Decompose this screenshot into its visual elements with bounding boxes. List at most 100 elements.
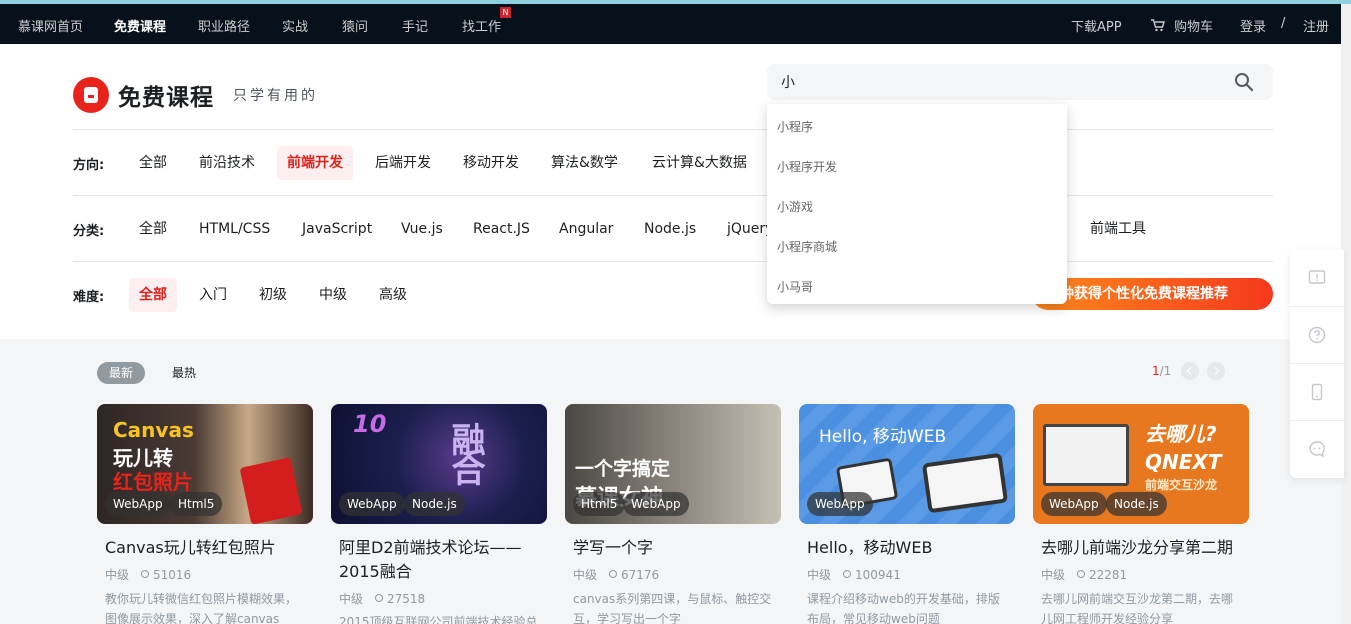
top-navigation-bar: 慕课网首页 免费课程 职业路径 实战 猿问 手记 找工作 N 下载APP 购物车… [0,4,1341,44]
course-title[interactable]: Hello，移动WEB [807,536,1012,560]
difficulty-advanced[interactable]: 高级 [369,278,417,312]
course-desc: canvas系列第四课，与鼠标、触控交互，学习写出一个字 [573,592,772,624]
direction-algorithm[interactable]: 算法&数学 [541,146,628,180]
course-thumbnail[interactable]: 一个字搞定 慕课女神 Html5 WebApp [565,404,781,524]
chat-icon [1309,441,1325,458]
course-card[interactable]: 10 融合 WebApp Node.js 阿里D2前端技术论坛——2015融合 … [331,404,547,624]
suggestion-item[interactable]: 小程序开发 [777,158,837,175]
direction-all[interactable]: 全部 [129,146,177,180]
difficulty-intermediate[interactable]: 中级 [309,278,357,312]
search-icon[interactable] [1234,72,1254,92]
course-header: 免费课程 只学有用的 方向: 全部 前沿技术 前端开发 后端开发 移动开发 算法… [0,44,1341,339]
category-frontend-tools[interactable]: 前端工具 [1080,212,1156,246]
course-level: 中级 [1041,568,1066,582]
course-card[interactable]: 一个字搞定 慕课女神 Html5 WebApp 学写一个字 中级 67176 ca… [565,404,781,624]
suggestion-item[interactable]: 小马哥 [777,278,813,295]
search-input[interactable] [781,72,1221,92]
difficulty-all[interactable]: 全部 [129,278,177,312]
thumb-text: Hello, 移动WEB [819,427,947,447]
direction-backend[interactable]: 后端开发 [365,146,441,180]
feedback-tool[interactable] [1290,250,1344,307]
course-thumbnail[interactable]: Canvas 玩儿转 红包照片 WebApp Html5 [97,404,313,524]
thumb-text: 去哪儿? [1145,422,1217,446]
nav-free-courses[interactable]: 免费课程 [114,16,166,35]
category-label: 分类: [73,224,105,239]
direction-mobile[interactable]: 移动开发 [453,146,529,180]
category-angular[interactable]: Angular [549,212,623,246]
course-card[interactable]: Hello, 移动WEB WebApp Hello，移动WEB 中级 100941… [799,404,1015,624]
category-html-css[interactable]: HTML/CSS [189,212,280,246]
tablet-illustration [921,452,1009,514]
difficulty-label: 难度: [73,290,105,305]
nav-register[interactable]: 注册 [1303,16,1329,35]
course-thumbnail[interactable]: Hello, 移动WEB WebApp [799,404,1015,524]
category-javascript[interactable]: JavaScript [292,212,382,246]
difficulty-beginner[interactable]: 初级 [249,278,297,312]
recommend-banner[interactable]: 分钟获得个性化免费课程推荐 [1032,278,1273,310]
direction-frontier[interactable]: 前沿技术 [189,146,265,180]
nav-cart[interactable]: 购物车 [1174,16,1213,35]
course-tag: WebApp [339,492,405,516]
app-tool[interactable] [1290,364,1344,421]
direction-cloud[interactable]: 云计算&大数据 [642,146,757,180]
category-reactjs[interactable]: React.JS [463,212,540,246]
course-tag: Html5 [170,492,223,516]
course-title[interactable]: 学写一个字 [573,536,778,560]
course-card[interactable]: Canvas 玩儿转 红包照片 WebApp Html5 Canvas玩儿转红包… [97,404,313,624]
course-level: 中级 [339,592,364,606]
nav-login[interactable]: 登录 [1240,16,1266,35]
course-users: 67176 [609,568,659,582]
category-all[interactable]: 全部 [129,212,177,246]
direction-frontend[interactable]: 前端开发 [277,146,353,180]
nav-qa[interactable]: 猿问 [342,16,368,35]
filter-divider-2 [73,261,1273,262]
thumb-text: QNEXT [1145,450,1222,474]
nav-practice[interactable]: 实战 [282,16,308,35]
filter-divider-1 [73,195,1273,196]
suggestion-item[interactable]: 小程序 [777,118,813,135]
nav-home[interactable]: 慕课网首页 [18,16,83,35]
course-meta: 中级 51016 [105,566,191,583]
course-title[interactable]: 去哪儿前端沙龙分享第二期 [1041,536,1246,560]
page-title: 免费课程 [118,84,214,111]
nav-download-app[interactable]: 下载APP [1071,16,1122,35]
page-subtitle: 只学有用的 [233,88,318,104]
question-icon [1308,326,1326,344]
course-desc: 去哪儿网前端交互沙龙第二期，去哪儿网工程师开发经验分享 [1041,592,1234,624]
red-envelope-graphic [239,457,303,524]
course-meta: 中级 67176 [573,566,659,583]
category-nodejs[interactable]: Node.js [634,212,706,246]
feedback-icon [1308,270,1326,284]
header-divider [73,129,1273,130]
thumb-text: 一个字搞定 [575,458,671,480]
course-title[interactable]: 阿里D2前端技术论坛——2015融合 [339,536,544,584]
course-desc: 课程介绍移动web的开发基础，排版布局，常见移动web问题 [807,592,1000,624]
nav-jobs[interactable]: 找工作 [462,16,501,35]
course-tag: Node.js [404,492,465,516]
category-vuejs[interactable]: Vue.js [391,212,453,246]
search-box [767,64,1273,100]
thumb-text: 红包照片 [113,470,193,494]
help-tool[interactable] [1290,307,1344,364]
course-card[interactable]: 去哪儿? QNEXT 前端交互沙龙 WebApp Node.js 去哪儿前端沙龙… [1033,404,1249,624]
cart-icon[interactable] [1151,17,1165,36]
nav-separator: / [1281,16,1286,31]
nav-career-path[interactable]: 职业路径 [198,16,250,35]
course-thumbnail[interactable]: 10 融合 WebApp Node.js [331,404,547,524]
difficulty-intro[interactable]: 入门 [189,278,237,312]
thumb-text: 融合 [445,422,485,482]
service-tool[interactable] [1290,421,1344,478]
course-thumbnail[interactable]: 去哪儿? QNEXT 前端交互沙龙 WebApp Node.js [1033,404,1249,524]
prev-page-button[interactable] [1181,362,1199,380]
next-page-button[interactable] [1207,362,1225,380]
phone-icon [1311,383,1323,401]
suggestion-item[interactable]: 小程序商城 [777,238,837,255]
nav-notes[interactable]: 手记 [402,16,428,35]
sort-hottest-tab[interactable]: 最热 [160,362,208,384]
direction-label: 方向: [73,158,105,173]
course-title[interactable]: Canvas玩儿转红包照片 [105,536,310,560]
floating-toolbar [1290,250,1344,478]
thumb-text: 10 [353,410,387,438]
sort-newest-tab[interactable]: 最新 [97,362,146,384]
suggestion-item[interactable]: 小游戏 [777,198,813,215]
